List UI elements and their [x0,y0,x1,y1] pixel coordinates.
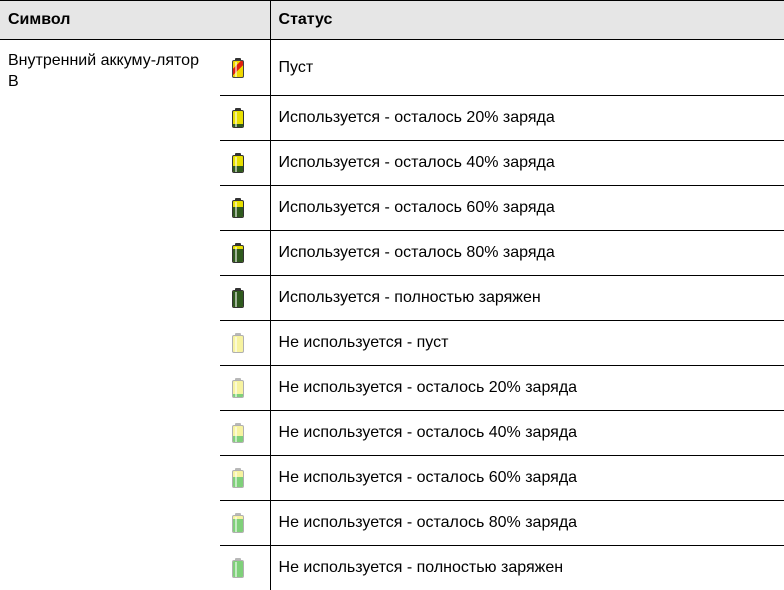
symbol-cell [220,231,270,276]
status-text: Не используется - полностью заряжен [270,546,784,590]
symbol-cell [220,411,270,456]
symbol-cell [220,321,270,366]
symbol-cell [220,276,270,321]
symbol-cell [220,366,270,411]
battery-not-in-use-full-icon [232,558,244,578]
battery-not-in-use-40-icon [232,423,244,443]
symbol-cell [220,141,270,186]
symbol-cell [220,186,270,231]
status-text: Используется - осталось 80% заряда [270,231,784,276]
symbol-cell [220,501,270,546]
header-status: Статус [270,1,784,40]
battery-not-in-use-empty-icon [232,333,244,353]
status-text: Не используется - пуст [270,321,784,366]
status-text: Не используется - осталось 40% заряда [270,411,784,456]
header-symbol: Символ [0,1,270,40]
battery-not-in-use-20-icon [232,378,244,398]
table-body: Внутренний аккуму-лятор BПустИспользуетс… [0,40,784,590]
battery-in-use-60-icon [232,198,244,218]
status-text: Пуст [270,40,784,96]
status-text: Не используется - осталось 20% заряда [270,366,784,411]
status-text: Используется - осталось 60% заряда [270,186,784,231]
battery-not-in-use-80-icon [232,513,244,533]
battery-in-use-20-icon [232,108,244,128]
table-row: Внутренний аккуму-лятор BПуст [0,40,784,96]
symbol-cell [220,456,270,501]
battery-not-in-use-60-icon [232,468,244,488]
group-label: Внутренний аккуму-лятор B [0,40,220,590]
status-text: Используется - полностью заряжен [270,276,784,321]
battery-empty-warning-icon [232,58,244,78]
status-text: Используется - осталось 20% заряда [270,96,784,141]
symbol-cell [220,96,270,141]
table-header-row: Символ Статус [0,1,784,40]
battery-in-use-full-icon [232,288,244,308]
status-text: Не используется - осталось 60% заряда [270,456,784,501]
battery-in-use-80-icon [232,243,244,263]
symbol-cell [220,546,270,590]
battery-status-table: Символ Статус Внутренний аккуму-лятор BП… [0,0,784,590]
symbol-cell [220,40,270,96]
status-text: Используется - осталось 40% заряда [270,141,784,186]
battery-in-use-40-icon [232,153,244,173]
status-text: Не используется - осталось 80% заряда [270,501,784,546]
